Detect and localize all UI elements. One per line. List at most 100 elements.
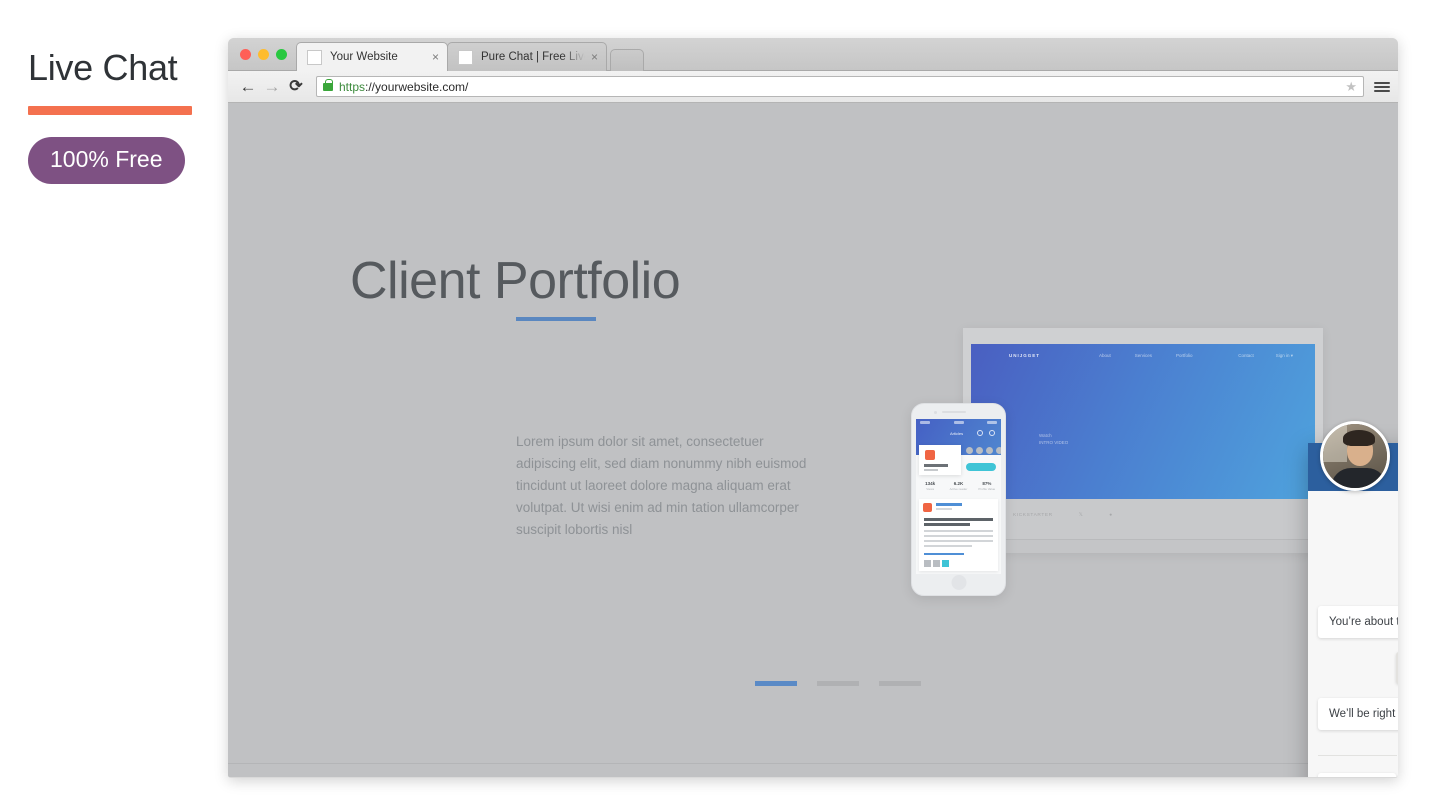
maximize-window-button[interactable] — [276, 49, 287, 60]
live-chat-widget: Robert ⌄ ✕ You’re about to chat with som… — [1308, 421, 1398, 777]
page-title: Client Portfolio — [350, 252, 681, 310]
phone-feature-card — [919, 445, 961, 475]
mockup-hero-sub-line1: Watch — [1039, 433, 1052, 438]
address-bar[interactable]: https://yourwebsite.com/ ★ — [316, 76, 1364, 97]
phone-card-thumb-icon — [925, 450, 935, 460]
chat-message-agent: We’ll be right with you. — [1318, 698, 1398, 730]
minimize-window-button[interactable] — [258, 49, 269, 60]
page-paragraph: Lorem ipsum dolor sit amet, consectetuer… — [516, 434, 807, 537]
mockup-nav-right: Contact Sign in ▾ — [1238, 353, 1293, 359]
mockup-nav-item: Services — [1134, 353, 1153, 358]
tab-close-icon[interactable]: × — [591, 51, 598, 63]
new-tab-button[interactable] — [610, 49, 645, 71]
carousel-dot-2[interactable] — [817, 681, 859, 686]
tab-favicon-icon — [307, 49, 322, 65]
mockup-brand: KICKSTARTER — [1013, 513, 1053, 518]
promo-title: Live Chat — [28, 47, 178, 88]
phone-post-body-bar — [924, 545, 972, 547]
chat-message-visitor: Could you assist me real quick? 🤔 — [1396, 652, 1398, 684]
desktop-mockup: UNIJGGET About Services Portfolio Contac… — [963, 328, 1323, 553]
browser-window: Your Website × Pure Chat | Free Live Cha… — [228, 38, 1398, 778]
mockup-lower-section: KICKSTARTER 𝕏 ● — [971, 499, 1315, 539]
phone-stat-value: 134k — [925, 481, 936, 486]
phone-stat: 134k Views — [916, 481, 944, 497]
mockup-nav-item: Portfolio — [1176, 353, 1193, 358]
phone-stat-value: 6.2K — [953, 481, 964, 486]
phone-settings-icon — [989, 430, 995, 436]
mockup-hero-sub: Watch INTRO VIDEO — [1039, 432, 1068, 446]
screenshot-root: Live Chat 100% Free Your Website × Pure … — [0, 0, 1432, 806]
phone-mockup: Articles 134k Views 6.2K Active reader 8… — [911, 403, 1006, 596]
phone-app-title: Articles — [950, 431, 964, 436]
chat-header: Robert ⌄ ✕ — [1308, 421, 1398, 491]
mockup-hero-sub-line2: INTRO VIDEO — [1039, 440, 1069, 445]
phone-stat-label: Views — [926, 487, 935, 491]
chat-message-agent: You’re about to chat with someone awesom… — [1318, 606, 1398, 638]
browser-tab-your-website[interactable]: Your Website × — [296, 42, 448, 71]
phone-camera-icon — [934, 411, 937, 414]
phone-home-button — [951, 575, 966, 590]
browser-tabs: Your Website × Pure Chat | Free Live Cha… — [296, 42, 645, 71]
tab-title: Pure Chat | Free Live Chat — [481, 51, 585, 63]
back-icon[interactable]: ← — [236, 78, 260, 95]
browser-toolbar: ← → ⟳ https://yourwebsite.com/ ★ — [228, 71, 1398, 103]
phone-stat: 87% Profile Value — [973, 481, 1001, 497]
phone-post-share-bar — [924, 552, 964, 555]
phone-post-thumb-icon — [923, 503, 932, 512]
phone-stat-value: 87% — [982, 481, 992, 486]
agent-avatar — [1320, 421, 1390, 491]
phone-card-sub-bar — [924, 469, 938, 471]
phone-post-body-bar — [924, 535, 993, 537]
promo-badge: 100% Free — [28, 136, 185, 184]
phone-post-body-bar — [924, 530, 993, 532]
chat-message-agent: Sure thing! — [1318, 773, 1396, 777]
phone-follow-button — [966, 463, 996, 471]
phone-stat-label: Profile Value — [978, 487, 996, 491]
url-rest: ://yourwebsite.com/ — [365, 79, 469, 94]
window-traffic-lights[interactable] — [240, 49, 287, 60]
url-scheme: https — [339, 79, 366, 94]
page-title-underline — [516, 317, 596, 321]
divider-line — [1318, 754, 1398, 756]
lock-icon — [323, 78, 333, 91]
address-bar-url: https://yourwebsite.com/ — [339, 80, 468, 94]
phone-status-bar — [920, 421, 997, 425]
phone-post-card — [919, 499, 998, 571]
mockup-logo: UNIJGGET — [1009, 353, 1041, 358]
desktop-mockup-screen: UNIJGGET About Services Portfolio Contac… — [971, 344, 1315, 499]
chat-bubble: Sure thing! — [1318, 773, 1396, 777]
promo-accent-rule — [28, 105, 192, 115]
tab-close-icon[interactable]: × — [432, 51, 439, 63]
close-window-button[interactable] — [240, 49, 251, 60]
chat-bubble: We’ll be right with you. — [1318, 698, 1398, 730]
mockup-brand: 𝕏 — [1078, 513, 1084, 518]
carousel-dot-1[interactable] — [755, 681, 797, 686]
phone-avatar-row — [966, 447, 1001, 454]
phone-post-reaction-row — [924, 560, 949, 567]
bookmark-star-icon[interactable]: ★ — [1345, 79, 1357, 95]
phone-card-title-bar — [924, 464, 948, 467]
mockup-nav-item: Sign in ▾ — [1275, 353, 1293, 358]
forward-icon[interactable]: → — [260, 78, 284, 95]
phone-search-icon — [977, 430, 983, 436]
reload-icon[interactable]: ⟳ — [284, 78, 308, 95]
chat-bubble: Could you assist me real quick? 🤔 — [1396, 652, 1398, 684]
page-viewport: Client Portfolio Lorem ipsum dolor sit a… — [228, 103, 1398, 777]
chat-message-list[interactable]: You’re about to chat with someone awesom… — [1308, 491, 1398, 777]
mockup-nav-item: About — [1099, 353, 1111, 358]
tab-favicon-icon — [458, 49, 473, 65]
browser-tab-pure-chat[interactable]: Pure Chat | Free Live Chat × — [447, 42, 608, 71]
page-section-divider — [228, 763, 1398, 764]
mockup-nav-left: About Services Portfolio — [1099, 353, 1193, 358]
promo-panel: Live Chat 100% Free — [28, 48, 228, 184]
mockup-brand-row: KICKSTARTER 𝕏 ● — [1013, 513, 1113, 518]
mockup-navbar: UNIJGGET About Services Portfolio Contac… — [971, 352, 1315, 364]
browser-menu-icon[interactable] — [1374, 81, 1390, 92]
carousel-indicators[interactable] — [755, 681, 921, 686]
chat-bubble: You’re about to chat with someone awesom… — [1318, 606, 1398, 638]
phone-post-time-bar — [936, 508, 952, 510]
phone-speaker — [942, 411, 966, 413]
phone-post-headline-bar — [924, 518, 993, 521]
carousel-dot-3[interactable] — [879, 681, 921, 686]
phone-post-headline-bar — [924, 523, 970, 526]
